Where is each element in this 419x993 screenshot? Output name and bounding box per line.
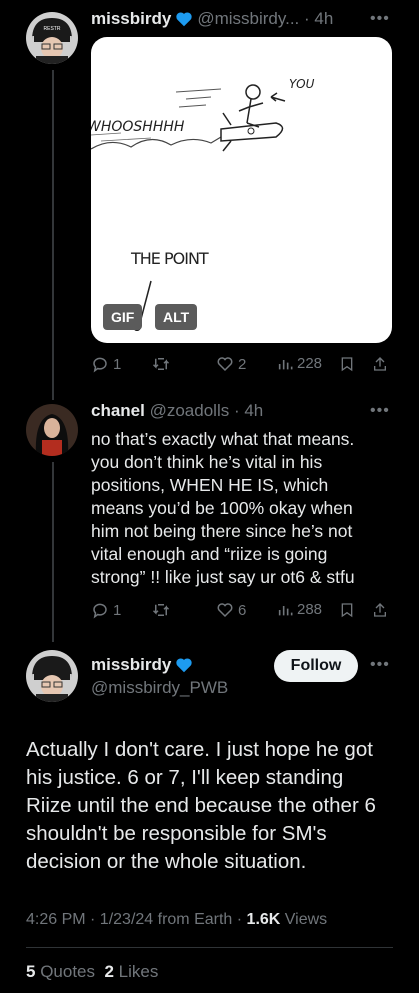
- reply-count: 1: [113, 355, 122, 373]
- heart-icon: [217, 357, 233, 372]
- engagement-stats: 5 Quotes 2 Likes: [26, 962, 158, 982]
- sketch-text-you: YOU: [289, 77, 315, 91]
- more-icon[interactable]: •••: [370, 656, 390, 674]
- avatar[interactable]: [26, 650, 78, 702]
- avatar[interactable]: RESTR: [26, 12, 78, 64]
- likes-link[interactable]: 2 Likes: [104, 962, 158, 981]
- divider: [26, 947, 393, 948]
- tweet-text-line: him not being there since he’s not: [91, 521, 353, 541]
- bookmark-button[interactable]: [339, 355, 355, 373]
- share-button[interactable]: [372, 601, 388, 619]
- tweet-text-line: vital enough and “riize is going: [91, 544, 328, 564]
- timestamp[interactable]: 4:26 PM · 1/23/24 from Earth ·: [26, 911, 247, 928]
- like-count: 2: [238, 355, 247, 373]
- like-count: 6: [238, 601, 247, 619]
- tweet-text-line: you don’t think he’s vital in his: [91, 452, 323, 472]
- tweet-text: Actually I don't care. I just hope he go…: [26, 736, 396, 876]
- thread-line: [52, 70, 54, 400]
- views-chart-icon: [278, 605, 293, 615]
- views-count: 228: [297, 355, 323, 372]
- share-icon: [374, 357, 386, 371]
- display-name[interactable]: missbirdy: [91, 655, 171, 674]
- heart-badge-icon: [175, 11, 193, 32]
- views-count: 1.6K: [246, 911, 281, 928]
- tweet-actions: 1 2 228: [91, 355, 391, 377]
- likes-label: Likes: [113, 962, 159, 981]
- likes-count: 2: [104, 962, 114, 981]
- quotes-label: Quotes: [35, 962, 96, 981]
- share-button[interactable]: [372, 355, 388, 373]
- tweet-meta: 4:26 PM · 1/23/24 from Earth · 1.6K View…: [26, 911, 327, 929]
- gif-media[interactable]: WHOOSHHHH YOU THE POINT GIF ALT: [91, 37, 392, 343]
- tweet-text-line: shouldn't be responsible for SM's: [26, 822, 327, 845]
- reply-icon: [93, 603, 107, 619]
- reply-button[interactable]: 1: [91, 355, 121, 373]
- reply-count: 1: [113, 601, 122, 619]
- bookmark-button[interactable]: [339, 601, 355, 619]
- heart-badge-icon: [175, 657, 193, 678]
- alt-button[interactable]: ALT: [155, 304, 198, 330]
- gif-badge: GIF: [103, 304, 143, 330]
- tweet-text-line: positions, WHEN HE IS, which: [91, 475, 329, 495]
- tweet-text-line: no that’s exactly what that means.: [91, 429, 355, 449]
- tweet-text-line: strong” !! like just say ur ot6 & stfu: [91, 567, 355, 587]
- tweet-header: missbirdy @missbirdy... · 4h: [91, 9, 333, 32]
- heart-icon: [217, 603, 233, 618]
- tweet-header: missbirdy: [91, 655, 197, 678]
- more-icon[interactable]: •••: [370, 10, 390, 28]
- views-chart-icon: [278, 359, 293, 369]
- tweet-text-line: means you’d be 100% okay when: [91, 498, 353, 518]
- tweet-text-line: his justice. 6 or 7, I'll keep standing: [26, 766, 344, 789]
- handle[interactable]: @missbirdy_PWB: [91, 678, 228, 698]
- tweet-text-line: Riize until the end because the other 6: [26, 794, 376, 817]
- reply-icon: [93, 357, 107, 373]
- like-button[interactable]: 6: [216, 601, 246, 619]
- svg-text:RESTR: RESTR: [44, 26, 61, 32]
- display-name[interactable]: missbirdy: [91, 9, 171, 28]
- sketch-text-whoosh: WHOOSHHHH: [91, 119, 185, 135]
- views-button[interactable]: 288: [277, 601, 322, 618]
- retweet-icon: [152, 358, 170, 370]
- tweet-text: no that’s exactly what that means. you d…: [91, 428, 401, 589]
- reply-button[interactable]: 1: [91, 601, 121, 619]
- views-button[interactable]: 228: [277, 355, 322, 372]
- display-name[interactable]: chanel: [91, 401, 145, 420]
- like-button[interactable]: 2: [216, 355, 246, 373]
- handle-time[interactable]: @missbirdy... · 4h: [197, 9, 333, 28]
- quotes-link[interactable]: 5 Quotes: [26, 962, 95, 981]
- more-icon[interactable]: •••: [370, 402, 390, 420]
- tweet-header: chanel @zoadolls · 4h: [91, 401, 263, 421]
- tweet-text-line: decision or the whole situation.: [26, 850, 307, 873]
- bookmark-icon: [341, 357, 353, 372]
- sketch-text-point: THE POINT: [131, 249, 209, 268]
- tweet-actions: 1 6 288: [91, 601, 391, 623]
- handle-time[interactable]: @zoadolls · 4h: [150, 401, 264, 420]
- share-icon: [374, 603, 386, 617]
- views-count: 288: [297, 601, 323, 618]
- retweet-button[interactable]: [151, 601, 171, 619]
- views-label: Views: [280, 911, 328, 928]
- tweet-text-line: Actually I don't care. I just hope he go…: [26, 738, 373, 761]
- avatar[interactable]: [26, 404, 78, 456]
- sketch-drawing: [91, 84, 286, 331]
- follow-button[interactable]: Follow: [274, 650, 358, 682]
- thread-line: [52, 462, 54, 642]
- retweet-icon: [152, 604, 170, 616]
- retweet-button[interactable]: [151, 355, 171, 373]
- bookmark-icon: [341, 603, 353, 618]
